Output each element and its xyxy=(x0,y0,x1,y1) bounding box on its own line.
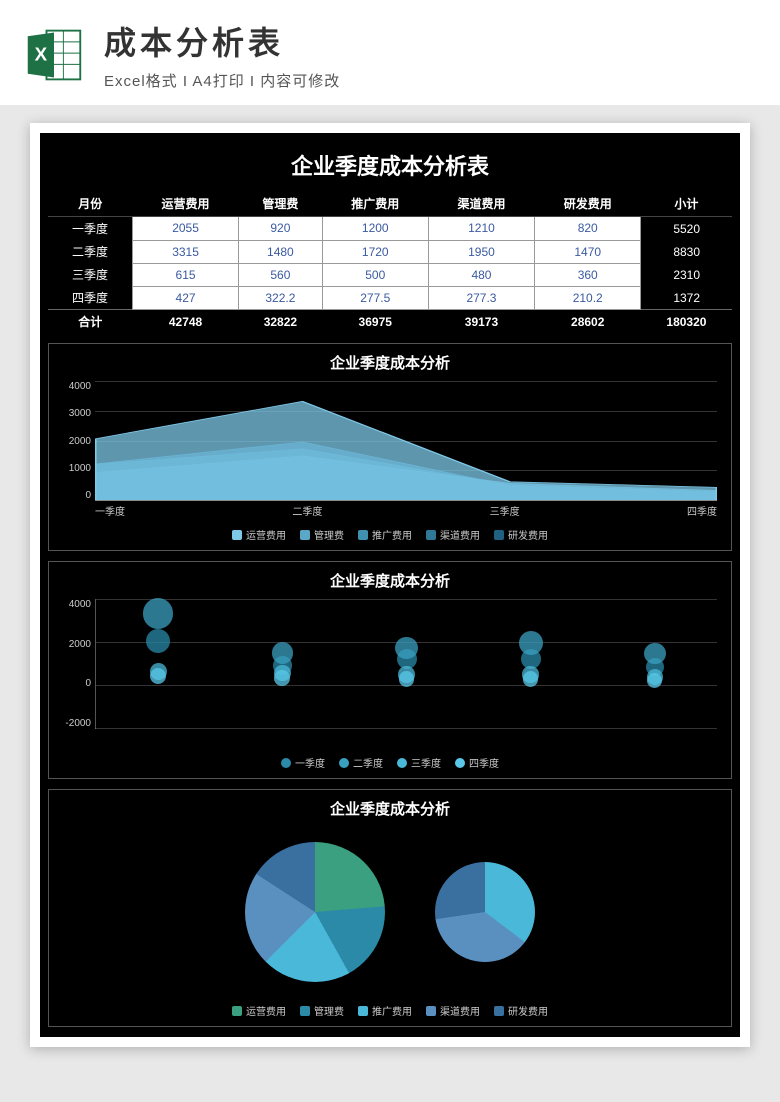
area-chart-title: 企业季度成本分析 xyxy=(55,352,725,373)
legend-item: 渠道费用 xyxy=(426,1003,480,1018)
header-text-block: 成本分析表 Excel格式 I A4打印 I 内容可修改 xyxy=(104,18,756,91)
legend-item: 管理费 xyxy=(300,1003,344,1018)
pie-legend: 运营费用管理费推广费用渠道费用研发费用 xyxy=(55,1003,725,1018)
data-cell: 2055 xyxy=(132,217,238,241)
bubble-legend: 一季度二季度三季度四季度 xyxy=(55,755,725,770)
legend-item: 二季度 xyxy=(339,755,383,770)
total-cell: 28602 xyxy=(535,310,641,334)
col-subtotal: 小计 xyxy=(641,191,732,217)
legend-item: 四季度 xyxy=(455,755,499,770)
area-chart-plot: 40003000200010000 一季度二季度三季度四季度 xyxy=(55,381,725,521)
data-cell: 1480 xyxy=(239,240,322,263)
page-container: 企业季度成本分析表 月份 运营费用 管理费 推广费用 渠道费用 研发费用 小计 … xyxy=(0,105,780,1065)
legend-item: 管理费 xyxy=(300,527,344,542)
bubble-chart-title: 企业季度成本分析 xyxy=(55,570,725,591)
pie-chart-title: 企业季度成本分析 xyxy=(55,798,725,819)
data-cell: 560 xyxy=(239,263,322,286)
col-channel: 渠道费用 xyxy=(428,191,534,217)
data-cell: 1210 xyxy=(428,217,534,241)
data-cell: 3315 xyxy=(132,240,238,263)
pie-chart: 企业季度成本分析 运营费用管理费推广费用渠道费用研发费用 xyxy=(48,789,732,1027)
excel-icon: X xyxy=(24,25,84,85)
legend-item: 推广费用 xyxy=(358,1003,412,1018)
area-chart: 企业季度成本分析 40003000200010000 一季度二季度三季度四季度 … xyxy=(48,343,732,551)
table-row: 一季度2055920120012108205520 xyxy=(48,217,732,241)
legend-item: 三季度 xyxy=(397,755,441,770)
legend-item: 研发费用 xyxy=(494,1003,548,1018)
page-header: X 成本分析表 Excel格式 I A4打印 I 内容可修改 xyxy=(0,0,780,105)
total-cell: 39173 xyxy=(428,310,534,334)
data-cell: 1720 xyxy=(322,240,428,263)
table-row: 三季度6155605004803602310 xyxy=(48,263,732,286)
data-cell: 277.3 xyxy=(428,286,534,310)
row-label: 二季度 xyxy=(48,240,132,263)
data-cell: 920 xyxy=(239,217,322,241)
col-ops: 运营费用 xyxy=(132,191,238,217)
legend-item: 研发费用 xyxy=(494,527,548,542)
pie-chart-plot xyxy=(55,827,725,997)
total-label: 合计 xyxy=(48,310,132,334)
row-subtotal: 5520 xyxy=(641,217,732,241)
pie-disc xyxy=(435,862,535,962)
total-cell: 42748 xyxy=(132,310,238,334)
row-label: 四季度 xyxy=(48,286,132,310)
svg-text:X: X xyxy=(35,43,48,64)
legend-item: 运营费用 xyxy=(232,1003,286,1018)
row-label: 三季度 xyxy=(48,263,132,286)
spreadsheet-content: 企业季度成本分析表 月份 运营费用 管理费 推广费用 渠道费用 研发费用 小计 … xyxy=(40,133,740,1037)
legend-item: 推广费用 xyxy=(358,527,412,542)
legend-item: 运营费用 xyxy=(232,527,286,542)
table-row: 四季度427322.2277.5277.3210.21372 xyxy=(48,286,732,310)
pie-disc xyxy=(245,842,385,982)
data-cell: 1950 xyxy=(428,240,534,263)
row-label: 一季度 xyxy=(48,217,132,241)
row-subtotal: 8830 xyxy=(641,240,732,263)
col-month: 月份 xyxy=(48,191,132,217)
main-title: 成本分析表 xyxy=(104,18,756,64)
grand-total: 180320 xyxy=(641,310,732,334)
table-row: 二季度331514801720195014708830 xyxy=(48,240,732,263)
data-cell: 427 xyxy=(132,286,238,310)
table-title: 企业季度成本分析表 xyxy=(48,143,732,191)
col-promo: 推广费用 xyxy=(322,191,428,217)
data-cell: 322.2 xyxy=(239,286,322,310)
data-cell: 820 xyxy=(535,217,641,241)
legend-item: 渠道费用 xyxy=(426,527,480,542)
data-cell: 1200 xyxy=(322,217,428,241)
cost-table: 月份 运营费用 管理费 推广费用 渠道费用 研发费用 小计 一季度2055920… xyxy=(48,191,732,333)
bubble-chart: 企业季度成本分析 400020000-2000 一季度二季度三季度四季度 xyxy=(48,561,732,779)
table-header-row: 月份 运营费用 管理费 推广费用 渠道费用 研发费用 小计 xyxy=(48,191,732,217)
col-rd: 研发费用 xyxy=(535,191,641,217)
data-cell: 1470 xyxy=(535,240,641,263)
bubble-chart-plot: 400020000-2000 xyxy=(55,599,725,749)
data-cell: 500 xyxy=(322,263,428,286)
total-cell: 36975 xyxy=(322,310,428,334)
row-subtotal: 1372 xyxy=(641,286,732,310)
legend-item: 一季度 xyxy=(281,755,325,770)
data-cell: 615 xyxy=(132,263,238,286)
document-page: 企业季度成本分析表 月份 运营费用 管理费 推广费用 渠道费用 研发费用 小计 … xyxy=(30,123,750,1047)
subtitle: Excel格式 I A4打印 I 内容可修改 xyxy=(104,70,756,91)
data-cell: 480 xyxy=(428,263,534,286)
col-mgmt: 管理费 xyxy=(239,191,322,217)
total-cell: 32822 xyxy=(239,310,322,334)
row-subtotal: 2310 xyxy=(641,263,732,286)
area-legend: 运营费用管理费推广费用渠道费用研发费用 xyxy=(55,527,725,542)
data-cell: 210.2 xyxy=(535,286,641,310)
data-cell: 360 xyxy=(535,263,641,286)
total-row: 合计4274832822369753917328602180320 xyxy=(48,310,732,334)
data-cell: 277.5 xyxy=(322,286,428,310)
